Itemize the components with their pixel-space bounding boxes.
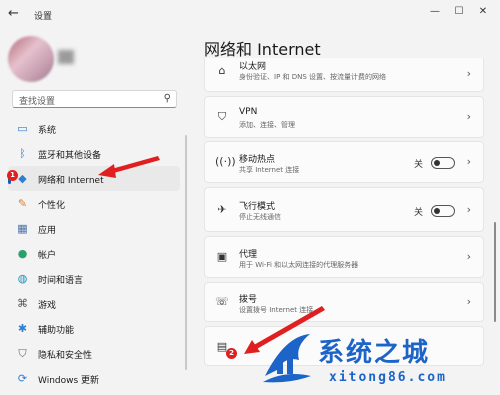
card-title: VPN — [239, 107, 258, 117]
card-subtitle: 共享 Internet 连接 — [239, 166, 300, 174]
title-bar: ← 设置 — ☐ ✕ — [0, 0, 500, 30]
step-badge-1: 1 — [7, 170, 18, 181]
card-subtitle: 停止无线通信 — [239, 213, 281, 221]
search-box[interactable]: 查找设置 ⚲ — [12, 90, 177, 108]
card-subtitle: 身份验证、IP 和 DNS 设置、按流量计费的网络 — [239, 73, 387, 81]
sidebar-item-gaming[interactable]: ⌘ 游戏 — [8, 291, 180, 316]
apps-icon: ▦ — [17, 222, 28, 235]
search-placeholder: 查找设置 — [19, 97, 56, 107]
minimize-icon[interactable]: — — [424, 4, 446, 20]
card-title: 代理 — [239, 250, 258, 260]
sidebar-item-label: 个性化 — [38, 201, 66, 211]
toggle-knob — [434, 160, 440, 166]
chevron-right-icon: › — [466, 110, 471, 123]
sidebar-item-windows-update[interactable]: ⟳ Windows 更新 — [8, 366, 180, 391]
watermark-url: xitong86.com — [329, 370, 447, 385]
chevron-right-icon: › — [466, 67, 471, 80]
accessibility-icon: ✱ — [17, 322, 28, 335]
sidebar-item-label: 帐户 — [38, 251, 57, 261]
chevron-right-icon: › — [466, 250, 471, 263]
toggle-knob — [434, 208, 440, 214]
sidebar-item-system[interactable]: ▭ 系统 — [8, 116, 180, 141]
watermark-logo-icon — [263, 334, 311, 383]
card-dialup[interactable]: ☏ 拨号 设置拨号 Internet 连接 › — [204, 282, 484, 322]
chevron-right-icon: › — [466, 203, 471, 216]
watermark-text: 系统之城 — [318, 338, 431, 368]
ethernet-icon: ⌂ — [218, 64, 226, 77]
airplane-icon: ✈ — [217, 203, 227, 216]
card-ethernet[interactable]: ⌂ 以太网 身份验证、IP 和 DNS 设置、按流量计费的网络 › — [204, 58, 484, 92]
sidebar-item-label: 网络和 Internet — [38, 176, 104, 186]
sidebar-item-apps[interactable]: ▦ 应用 — [8, 216, 180, 241]
back-arrow-icon[interactable]: ← — [8, 6, 24, 22]
card-mobile-hotspot[interactable]: ((·)) 移动热点 共享 Internet 连接 关 › — [204, 141, 484, 183]
account-icon: ● — [17, 247, 28, 260]
user-name-blurred — [58, 50, 74, 64]
proxy-icon: ▣ — [216, 250, 228, 263]
sidebar-item-label: 隐私和安全性 — [38, 351, 93, 361]
card-subtitle: 设置拨号 Internet 连接 — [239, 306, 314, 314]
airplane-toggle[interactable] — [431, 205, 455, 217]
globe-clock-icon: ◍ — [17, 272, 28, 285]
avatar — [8, 36, 54, 82]
watermark: 系统之城 xitong86.com — [255, 326, 495, 392]
card-vpn[interactable]: ⛉ VPN 添加、连接、管理 › — [204, 96, 484, 138]
sidebar-item-label: Windows 更新 — [38, 376, 100, 386]
main-scrollbar[interactable] — [494, 222, 496, 322]
step-badge-2: 2 — [226, 348, 237, 359]
update-icon: ⟳ — [17, 372, 28, 385]
app-title: 设置 — [34, 12, 53, 22]
shield-icon: ⛉ — [18, 347, 27, 360]
page-title: 网络和 Internet — [204, 40, 321, 59]
sidebar-item-time-language[interactable]: ◍ 时间和语言 — [8, 266, 180, 291]
card-title: 以太网 — [239, 62, 267, 72]
sidebar-scrollbar[interactable] — [185, 135, 187, 370]
sidebar-item-accessibility[interactable]: ✱ 辅助功能 — [8, 316, 180, 341]
sidebar-item-label: 游戏 — [38, 301, 57, 311]
sidebar-item-label: 系统 — [38, 126, 57, 136]
card-title: 飞行模式 — [239, 202, 276, 212]
card-airplane-mode[interactable]: ✈ 飞行模式 停止无线通信 关 › — [204, 187, 484, 232]
sidebar-item-label: 时间和语言 — [38, 276, 84, 286]
card-proxy[interactable]: ▣ 代理 用于 Wi-Fi 和以太网连接的代理服务器 › — [204, 236, 484, 278]
bluetooth-icon: ᛒ — [19, 147, 26, 160]
sidebar-nav: ▭ 系统 ᛒ 蓝牙和其他设备 ◆ 网络和 Internet ✎ 个性化 ▦ 应用… — [8, 116, 180, 391]
card-title: 移动热点 — [239, 155, 276, 165]
sidebar-item-accounts[interactable]: ● 帐户 — [8, 241, 180, 266]
close-icon[interactable]: ✕ — [472, 4, 494, 20]
hotspot-icon: ((·)) — [215, 155, 236, 168]
sidebar-item-network[interactable]: ◆ 网络和 Internet — [8, 166, 180, 191]
card-title: 拨号 — [239, 295, 258, 305]
sidebar-item-label: 辅助功能 — [38, 326, 75, 336]
toggle-state-label: 关 — [413, 208, 423, 218]
chevron-right-icon: › — [466, 295, 471, 308]
vpn-shield-icon: ⛉ — [217, 110, 227, 123]
card-subtitle: 用于 Wi-Fi 和以太网连接的代理服务器 — [239, 261, 359, 269]
hotspot-toggle[interactable] — [431, 157, 455, 169]
card-subtitle: 添加、连接、管理 — [239, 121, 295, 129]
sidebar-item-label: 应用 — [38, 226, 57, 236]
dialup-icon: ☏ — [215, 295, 229, 308]
sidebar-item-personalization[interactable]: ✎ 个性化 — [8, 191, 180, 216]
sidebar-item-label: 蓝牙和其他设备 — [38, 151, 102, 161]
gamepad-icon: ⌘ — [17, 297, 28, 310]
toggle-state-label: 关 — [413, 160, 423, 170]
user-profile[interactable] — [8, 36, 74, 86]
brush-icon: ✎ — [17, 197, 28, 210]
search-icon[interactable]: ⚲ — [164, 93, 171, 104]
maximize-icon[interactable]: ☐ — [448, 4, 470, 20]
monitor-icon: ▭ — [17, 122, 28, 135]
chevron-right-icon: › — [466, 155, 471, 168]
sidebar-item-privacy[interactable]: ⛉ 隐私和安全性 — [8, 341, 180, 366]
sidebar-item-bluetooth[interactable]: ᛒ 蓝牙和其他设备 — [8, 141, 180, 166]
